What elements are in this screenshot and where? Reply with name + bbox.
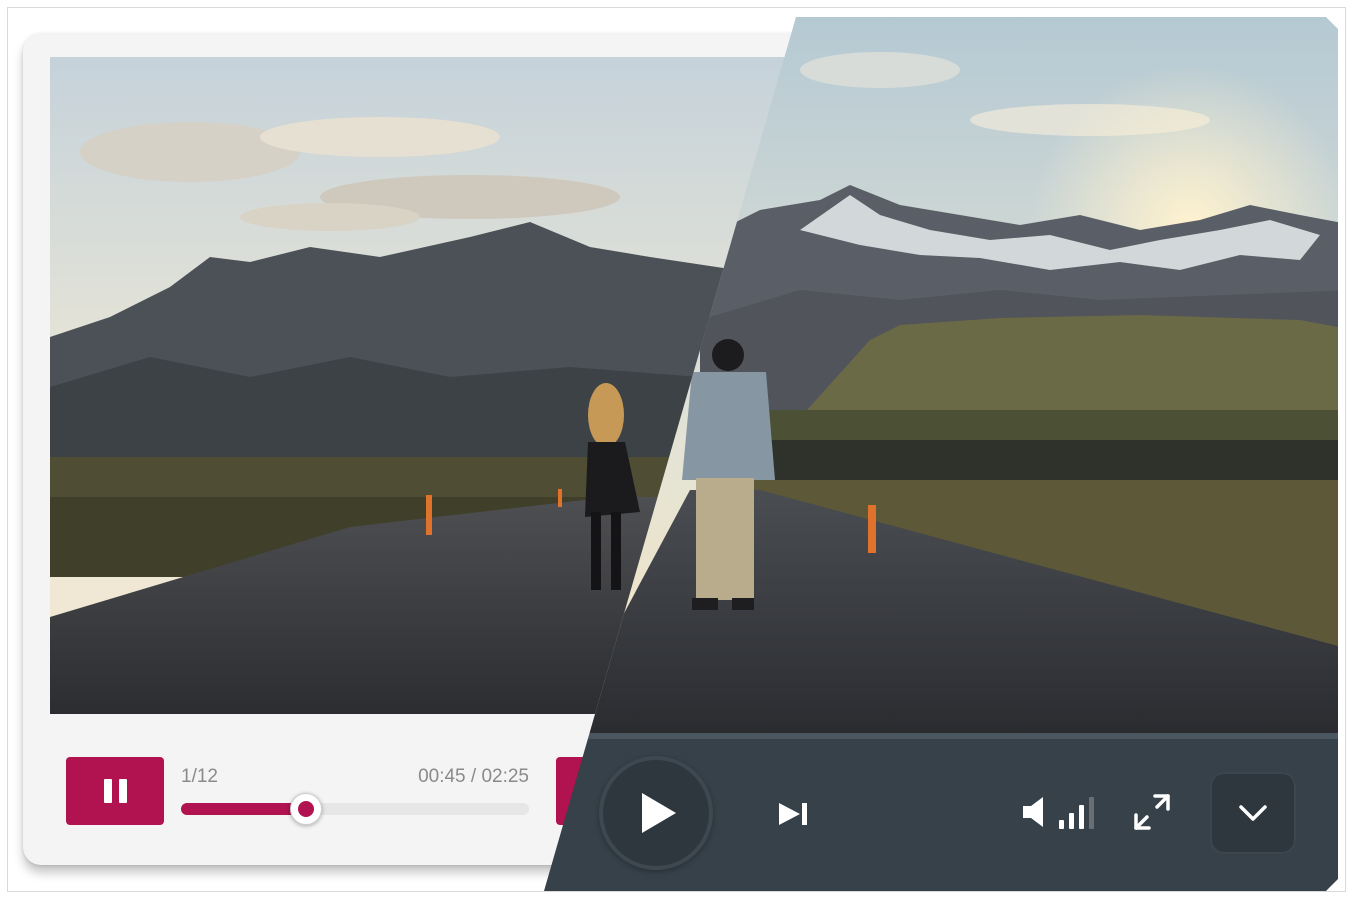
play-button[interactable] — [599, 756, 713, 870]
volume-icon — [1023, 797, 1043, 827]
pause-button[interactable] — [66, 757, 164, 825]
fullscreen-icon — [1134, 794, 1170, 830]
signal-bars-icon — [1059, 797, 1094, 829]
chevron-down-icon — [1239, 805, 1267, 821]
track-index: 1/12 — [181, 766, 218, 787]
seek-slider[interactable] — [181, 793, 529, 825]
play-icon — [642, 793, 676, 833]
fullscreen-button[interactable] — [1130, 792, 1174, 832]
volume-level-slider[interactable] — [1056, 793, 1100, 833]
collapse-menu-button[interactable] — [1210, 772, 1296, 854]
skip-next-button[interactable] — [770, 794, 816, 834]
seek-handle[interactable] — [290, 793, 323, 825]
time-readout: 00:45 / 02:25 — [418, 766, 529, 787]
seek-progress-fill — [181, 803, 307, 815]
pause-icon — [103, 779, 127, 803]
volume-button[interactable] — [1019, 792, 1051, 832]
skip-next-icon — [779, 803, 807, 825]
